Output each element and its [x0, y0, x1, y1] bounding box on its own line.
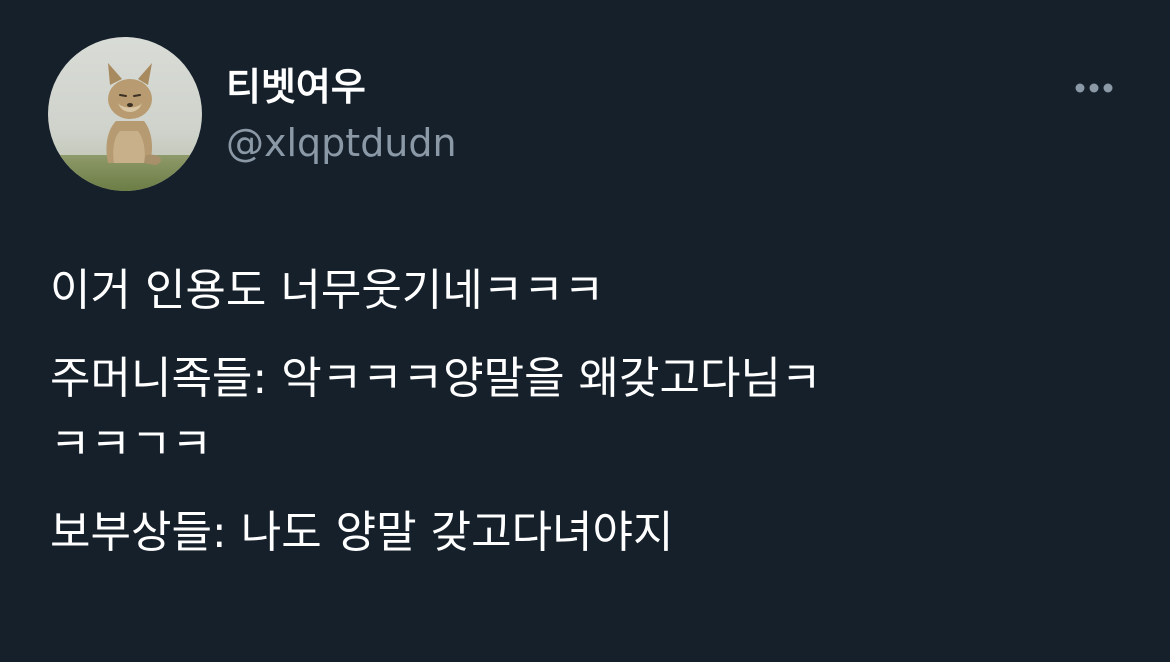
tweet-line: 보부상들: 나도 양말 갖고다녀야지 [50, 507, 674, 558]
more-horizontal-icon [1075, 83, 1113, 93]
display-name[interactable]: 티벳여우 [226, 62, 366, 112]
tweet-line: 주머니족들: 악ㅋㅋㅋ양말을 왜갖고다님ㅋ [50, 353, 822, 404]
tweet-card: 티벳여우 @xlqptdudn 이거 인용도 너무웃기네ㅋㅋㅋ 주머니족들: 악… [0, 0, 1170, 662]
tweet-line: 이거 인용도 너무웃기네ㅋㅋㅋ [50, 265, 605, 316]
tweet-text: 이거 인용도 너무웃기네ㅋㅋㅋ 주머니족들: 악ㅋㅋㅋ양말을 왜갖고다님ㅋ ㅋㅋ… [50, 258, 1130, 566]
avatar[interactable] [48, 37, 202, 191]
tibetan-fox-avatar-icon [48, 37, 202, 191]
tweet-line: ㅋㅋㄱㅋ [50, 419, 212, 470]
user-handle[interactable]: @xlqptdudn [226, 118, 457, 168]
more-options-icon[interactable] [1068, 72, 1120, 104]
